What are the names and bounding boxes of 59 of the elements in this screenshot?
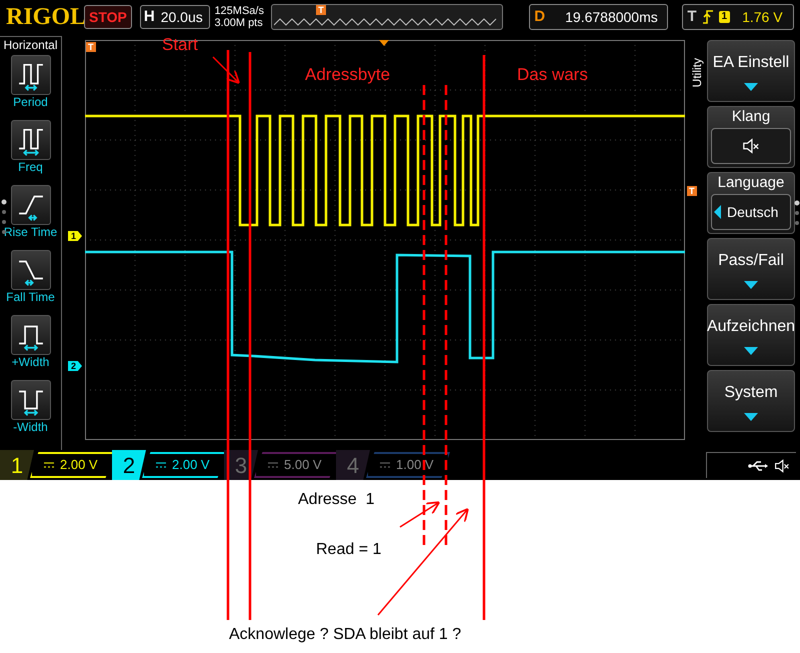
annotation-note: Acknowlege ? SDA bleibt auf 1 ?: [229, 625, 462, 645]
trigger-marker: T: [86, 42, 96, 52]
dc-coupling-icon: [268, 462, 278, 468]
memory-depth: 3.00M pts: [214, 17, 264, 29]
dc-coupling-icon: [44, 462, 54, 468]
timebase-value: 20.0us: [160, 8, 203, 26]
channel-number[interactable]: 1: [0, 450, 34, 480]
trigger-position-icon: [379, 40, 389, 46]
channel-marker[interactable]: 1: [68, 231, 82, 241]
trigger-source: 1: [718, 11, 730, 23]
menu-label: Klang: [732, 108, 770, 126]
menu-label: Language: [718, 174, 784, 192]
channel-scale-value: 2.00 V: [172, 456, 210, 474]
menu-button[interactable]: EA Einstell: [707, 40, 795, 102]
delay-box[interactable]: D 19.6788000ms: [529, 4, 668, 30]
horizontal-label: H: [144, 6, 155, 27]
sound-toggle[interactable]: [711, 128, 791, 164]
measure-button[interactable]: Rise Time: [4, 183, 58, 248]
trigger-level: 1.76 V: [742, 8, 783, 26]
trigger-position-marker: T: [316, 5, 326, 15]
run-state-indicator[interactable]: STOP: [84, 5, 132, 29]
speaker-mute-icon: [742, 137, 760, 155]
channel-scale-value: 2.00 V: [60, 456, 98, 474]
menu-button[interactable]: System: [707, 370, 795, 432]
channel-scale[interactable]: 2.00 V: [30, 452, 114, 478]
page-dots-icon: [794, 200, 800, 226]
channel-scale[interactable]: 5.00 V: [254, 452, 338, 478]
timebase-box[interactable]: H 20.0us: [140, 5, 210, 29]
annotation-note: Read = 1: [316, 540, 382, 560]
annotation-arrow: [212, 56, 240, 84]
dc-coupling-icon: [156, 462, 166, 468]
trigger-label: T: [687, 6, 696, 27]
trigger-marker: T: [687, 186, 696, 196]
menu-button[interactable]: Pass/Fail: [707, 238, 795, 300]
language-selector[interactable]: Deutsch: [711, 194, 791, 230]
channel-marker[interactable]: 2: [68, 361, 82, 371]
speaker-mute-icon: [774, 458, 790, 474]
channel-scale-value: 5.00 V: [284, 456, 322, 474]
caret-icon: [744, 83, 758, 91]
rising-edge-icon: [702, 10, 712, 24]
menu-title: Horizontal: [3, 37, 58, 53]
annotation-label: Adressbyte: [305, 64, 390, 86]
menu-button[interactable]: Aufzeichnen: [707, 304, 795, 366]
trigger-box[interactable]: T 1 1.76 V: [682, 4, 794, 30]
delay-label: D: [534, 6, 546, 27]
caret-icon: [744, 347, 758, 355]
caret-icon: [744, 281, 758, 289]
left-arrow-icon: [714, 205, 721, 219]
usb-icon: [748, 460, 768, 472]
dc-coupling-icon: [380, 462, 390, 468]
channel-scale[interactable]: 2.00 V: [142, 452, 226, 478]
menu-title: Utility: [689, 58, 705, 88]
annotation-label: Start: [162, 34, 198, 56]
sample-rate: 125MSa/s: [214, 5, 265, 17]
channel-number[interactable]: 2: [112, 450, 146, 480]
delay-value: 19.6788000ms: [565, 8, 658, 26]
annotation-label: Das wars: [517, 64, 588, 86]
caret-icon: [744, 413, 758, 421]
annotation-note: Adresse 1: [298, 490, 374, 510]
